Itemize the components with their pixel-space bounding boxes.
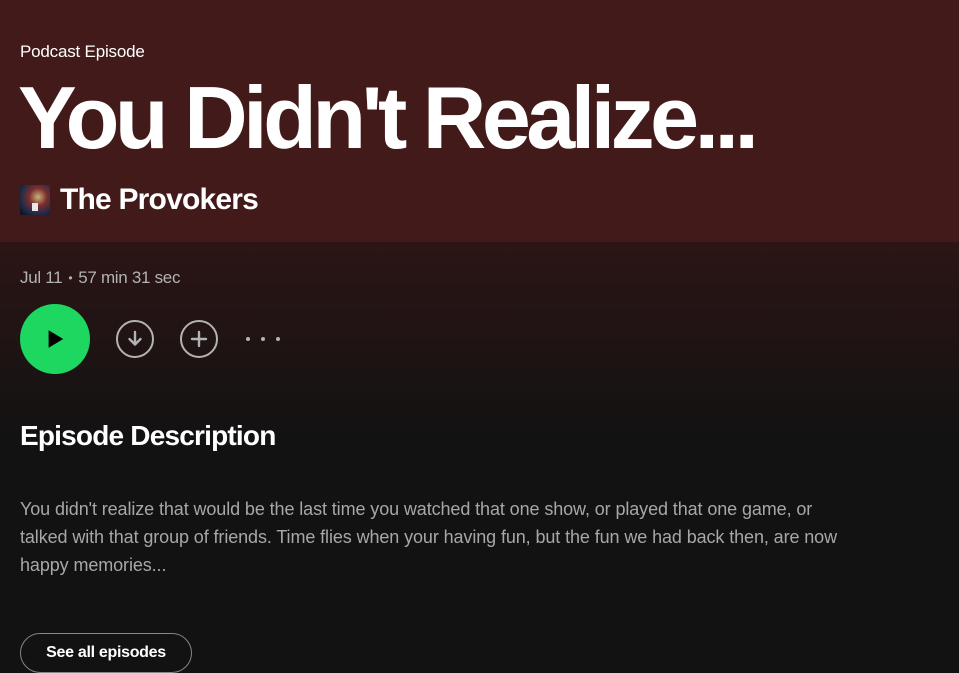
more-dot-icon — [261, 337, 265, 341]
play-button[interactable] — [20, 304, 90, 374]
episode-description: You didn't realize that would be the las… — [20, 499, 837, 575]
show-link[interactable]: The Provokers — [20, 183, 259, 217]
download-button[interactable] — [116, 320, 154, 358]
release-date: Jul 11 — [20, 268, 63, 287]
more-dot-icon — [276, 337, 280, 341]
save-to-library-button[interactable] — [180, 320, 218, 358]
content-type-label: Podcast Episode — [20, 42, 145, 61]
meta-separator: • — [68, 271, 73, 285]
more-options-button[interactable] — [246, 329, 280, 349]
episode-title: You Didn't Realize... — [18, 68, 759, 167]
episode-meta: Jul 11 • 57 min 31 sec — [20, 268, 180, 288]
show-cover-image[interactable] — [20, 185, 50, 215]
show-name-link[interactable]: The Provokers — [60, 183, 259, 217]
see-all-episodes-button[interactable]: See all episodes — [20, 633, 192, 673]
episode-duration: 57 min 31 sec — [78, 268, 181, 287]
action-bar — [20, 304, 280, 374]
description-heading: Episode Description — [20, 420, 276, 451]
more-dot-icon — [246, 337, 250, 341]
play-icon — [48, 330, 64, 348]
plus-icon — [190, 330, 208, 348]
download-icon — [128, 330, 142, 346]
